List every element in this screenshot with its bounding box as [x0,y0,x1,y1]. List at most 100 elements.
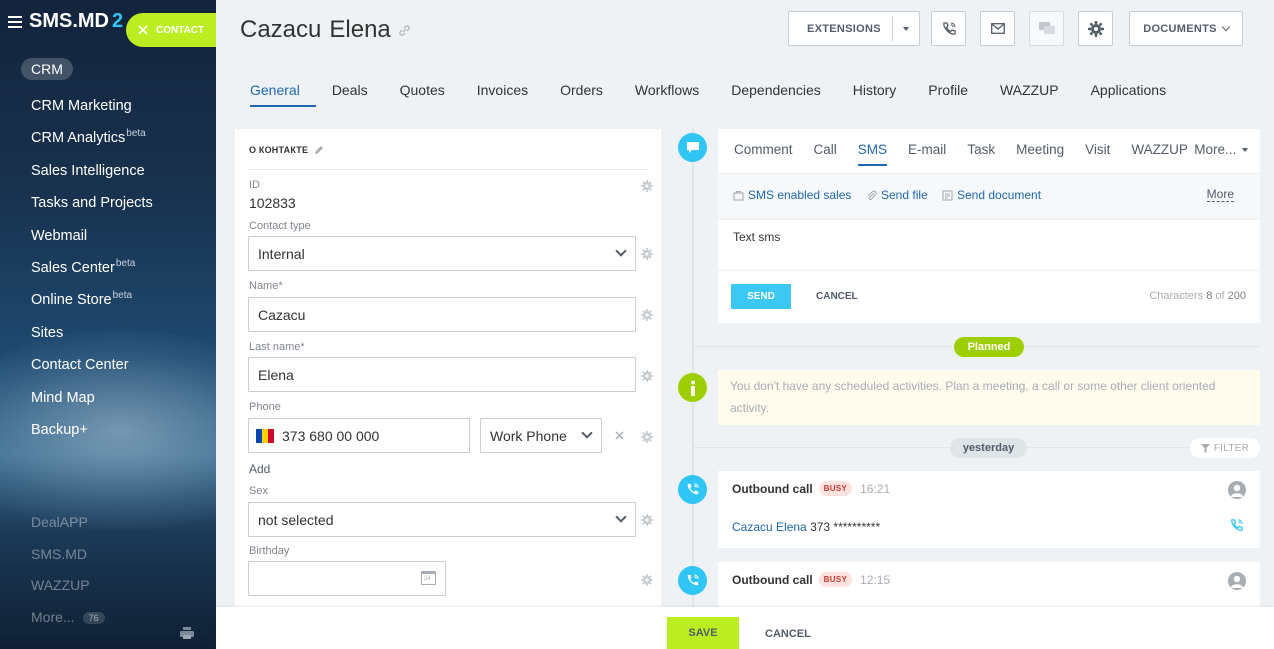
crm-badge[interactable]: CRM [21,58,73,80]
avatar[interactable] [1228,572,1246,590]
calendar-icon[interactable]: 24 [421,571,436,585]
sidebar-item[interactable]: Contact Center [31,351,154,383]
tab-applications[interactable]: Applications [1075,81,1183,107]
field-settings-gear-icon[interactable] [641,248,653,260]
tab-call[interactable]: Call [814,142,837,166]
sidebar-item[interactable]: SMS.MD [31,546,105,578]
field-settings-gear-icon[interactable] [641,574,653,586]
tab-profile[interactable]: Profile [912,81,984,107]
extensions-label: EXTENSIONS [807,22,881,35]
sidebar-item[interactable]: CRM Marketing [31,92,154,124]
character-counter: Characters 8 of 200 [1149,290,1246,302]
menu-burger-icon[interactable] [8,15,22,28]
sidebar-item[interactable]: DealAPP [31,514,105,546]
activity-editor: Comment Call SMS E-mail Task Meeting Vis… [718,129,1260,323]
sidebar-item[interactable]: Sales Intelligence [31,157,154,189]
toolbar-more-link[interactable]: More [1206,187,1234,202]
tab-visit[interactable]: Visit [1085,142,1110,166]
birthday-input[interactable]: 24 [248,561,446,596]
tab-invoices[interactable]: Invoices [461,81,544,107]
status-badge: BUSY [818,481,853,496]
tab-comment[interactable]: Comment [734,142,793,166]
name-label: Name* [249,280,283,292]
chat-button[interactable] [1029,11,1064,46]
sidebar-item[interactable]: CRM Analyticsbeta [31,124,154,156]
phone-type-select[interactable]: Work Phone [480,418,602,453]
sidebar-item[interactable]: Tasks and Projects [31,189,154,221]
contact-last-name: Elena [329,16,391,43]
field-settings-gear-icon[interactable] [641,514,653,526]
tab-meeting[interactable]: Meeting [1016,142,1064,166]
cancel-sms-button[interactable]: CANCEL [816,291,858,302]
phone-type-value: Work Phone [490,427,567,444]
extensions-button[interactable]: EXTENSIONS [788,11,920,46]
tab-wazzup[interactable]: WAZZUP [1131,142,1188,166]
link-icon[interactable] [399,24,410,36]
field-settings-gear-icon[interactable] [641,370,653,382]
sms-text-area[interactable]: Text sms [733,230,780,244]
settings-button[interactable] [1078,11,1113,46]
sms-toolbar: SMS enabled sales Send file Send documen… [718,173,1260,220]
name-input[interactable]: Cazacu [248,297,636,332]
sidebar-item[interactable]: Webmail [31,222,154,254]
field-settings-gear-icon[interactable] [641,309,653,321]
pencil-icon[interactable] [314,145,324,155]
sidebar-more[interactable]: More... 76 [31,609,105,641]
chevron-down-icon [1221,22,1231,32]
add-phone-link[interactable]: Add [249,462,270,476]
send-file-link[interactable]: Send file [866,188,928,202]
sidebar-item[interactable]: WAZZUP [31,577,105,609]
contact-type-label: Contact type [249,220,311,232]
tab-task[interactable]: Task [967,142,995,166]
email-button[interactable] [980,11,1015,46]
phone-input[interactable]: 373 680 00 000 [248,418,470,453]
filter-button[interactable]: FILTER [1190,438,1260,458]
sidebar-item[interactable]: Mind Map [31,384,154,416]
call-back-icon[interactable] [1229,518,1244,533]
field-settings-gear-icon[interactable] [641,180,653,192]
gear-icon [1087,20,1104,37]
tab-general[interactable]: General [250,81,316,107]
sex-select[interactable]: not selected [248,502,636,537]
contact-type-select[interactable]: Internal [248,236,636,271]
cancel-button[interactable]: CANCEL [765,628,811,640]
tab-workflows[interactable]: Workflows [619,81,715,107]
send-button[interactable]: SEND [731,284,791,309]
sidebar-item[interactable]: Sites [31,319,154,351]
phone-value: 373 680 00 000 [282,427,380,444]
printer-icon[interactable] [180,627,194,639]
tab-email[interactable]: E-mail [908,142,946,166]
sidebar-item[interactable]: Online Storebeta [31,286,154,318]
tab-history[interactable]: History [837,81,913,107]
documents-label: DOCUMENTS [1143,22,1217,35]
sidebar-menu: CRM Marketing CRM Analyticsbeta Sales In… [31,92,154,448]
send-document-link[interactable]: Send document [942,188,1041,202]
logo[interactable]: SMS.MD [29,10,109,33]
tab-quotes[interactable]: Quotes [384,81,461,107]
sidebar-item[interactable]: Sales Centerbeta [31,254,154,286]
activity-more-menu[interactable]: More... [1194,142,1248,157]
tab-wazzup[interactable]: WAZZUP [984,81,1075,107]
tab-sms[interactable]: SMS [857,142,888,166]
phone-icon [942,21,956,35]
tab-deals[interactable]: Deals [316,81,384,107]
moldova-flag-icon[interactable] [256,428,274,443]
sms-enabled-sales-link[interactable]: SMS enabled sales [733,188,851,202]
save-button[interactable]: SAVE [667,617,739,649]
last-name-input[interactable]: Elena [248,357,636,392]
documents-button[interactable]: DOCUMENTS [1129,11,1243,46]
tab-orders[interactable]: Orders [544,81,619,107]
field-settings-gear-icon[interactable] [641,431,653,443]
sidebar-item[interactable]: Backup+ [31,416,154,448]
divider [718,270,1260,271]
tab-dependencies[interactable]: Dependencies [715,81,837,107]
contact-tab-label: CONTACT [156,24,205,36]
contact-close-button[interactable]: CONTACT [126,13,216,47]
contact-link[interactable]: Cazacu Elena [732,520,807,534]
avatar[interactable] [1228,481,1246,499]
remove-phone-icon[interactable] [615,431,624,440]
call-button[interactable] [931,11,966,46]
last-name-value: Elena [258,366,294,383]
chevron-down-icon [581,427,593,439]
activity-card: Outbound call BUSY 12:15 [718,562,1260,612]
